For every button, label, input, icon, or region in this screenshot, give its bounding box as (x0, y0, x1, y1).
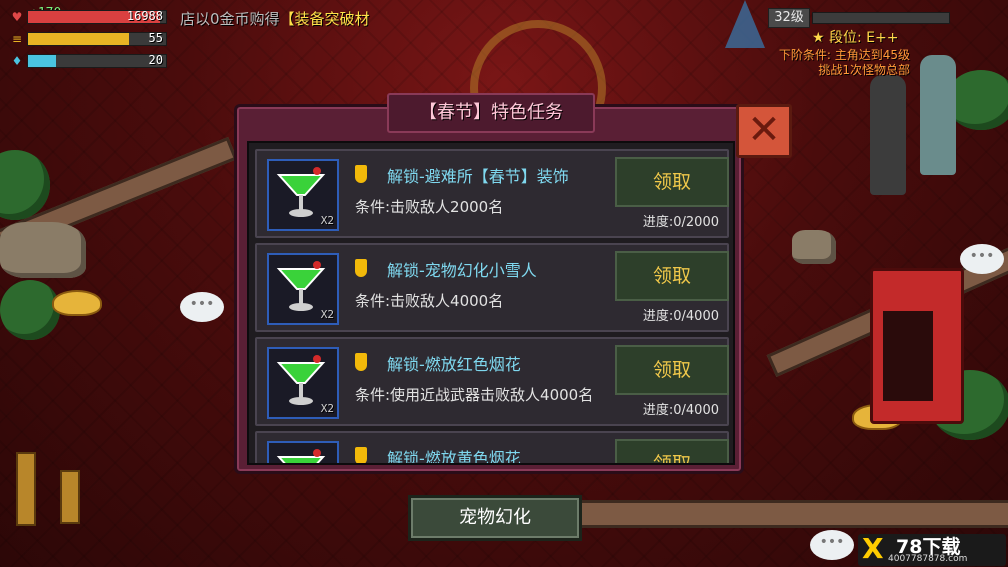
hp-bar: ♥ 16988 (10, 9, 167, 24)
watermark-logo: X (862, 532, 884, 565)
reward-quantity: X2 (320, 402, 334, 415)
heart-icon: ♥ (11, 9, 23, 24)
claim-button[interactable]: 领取 (615, 251, 729, 301)
firecracker (16, 452, 36, 526)
task-title: 解锁-燃放红色烟花 (387, 355, 521, 374)
cocktail-icon (276, 167, 326, 217)
mana-fill (28, 54, 56, 67)
task-condition: 条件:击败敌人4000名 (355, 292, 504, 310)
rock (792, 230, 836, 264)
rank-condition-line-1: 下阶条件: 主角达到45级 (778, 48, 910, 62)
energy-bar: ≡ 55 (10, 31, 167, 46)
claim-button[interactable]: 领取 (615, 439, 729, 463)
mana-bar: ♦ 20 (10, 53, 167, 68)
star-icon: ★ (812, 30, 825, 46)
reward-item-slot[interactable]: X2 (267, 159, 339, 231)
dialog-title: 【春节】特色任务 (387, 93, 595, 133)
reward-item-slot[interactable]: X2 (267, 253, 339, 325)
announcement-ticker: 店以0金币购得【装备突破材 (180, 8, 370, 29)
shield-icon (355, 165, 367, 183)
shield-icon (355, 259, 367, 277)
task-title: 解锁-燃放黄色烟花 (387, 449, 521, 465)
reward-quantity: X2 (320, 214, 334, 227)
pet-transform-button[interactable]: 宠物幻化 (408, 495, 582, 541)
tree (0, 280, 60, 340)
task-condition: 条件:使用近战武器击败敌人4000名 (355, 386, 594, 404)
claim-button[interactable]: 领取 (615, 157, 729, 207)
cocktail-icon (276, 355, 326, 405)
task-card: X2 解锁-燃放红色烟花 条件:使用近战武器击败敌人4000名 领取 进度:0/… (255, 337, 729, 426)
watermark-url: 4007787878.com (888, 554, 968, 564)
coin-stack-icon: ≡ (11, 31, 23, 46)
vending-machine[interactable] (870, 268, 964, 424)
task-condition: 条件:击败敌人2000名 (355, 198, 504, 216)
energy-track: 55 (27, 30, 167, 46)
shield-icon (355, 353, 367, 371)
claim-button[interactable]: 领取 (615, 345, 729, 395)
reward-item-slot[interactable]: X2 (267, 441, 339, 463)
chat-bubble-icon[interactable]: ••• (810, 530, 854, 560)
task-card: X2 解锁-避难所【春节】装饰 条件:击败敌人2000名 领取 进度:0/200… (255, 149, 729, 238)
hp-value: 16988 (126, 8, 163, 23)
task-progress: 进度:0/2000 (642, 215, 719, 230)
energy-fill (28, 32, 129, 45)
level-progress-bar (812, 12, 950, 24)
chat-bubble-icon[interactable]: ••• (960, 244, 1004, 274)
rank-condition-line-2: 挑战1次怪物总部 (818, 63, 910, 77)
cocktail-icon (276, 449, 326, 463)
hp-track: 16988 (27, 8, 167, 24)
level-badge: 32级 (768, 8, 810, 28)
reward-quantity: X2 (320, 308, 334, 321)
firecracker (60, 470, 80, 524)
mana-track: 20 (27, 52, 167, 68)
task-progress: 进度:0/4000 (642, 403, 719, 418)
energy-value: 55 (148, 30, 163, 45)
water-drop-icon: ♦ (11, 53, 23, 68)
task-title: 解锁-避难所【春节】装饰 (387, 167, 569, 186)
task-card: X2 解锁-宠物幻化小雪人 条件:击败敌人4000名 领取 进度:0/4000 (255, 243, 729, 332)
rank-condition: 下阶条件: 主角达到45级 挑战1次怪物总部 (730, 48, 910, 78)
cocktail-icon (276, 261, 326, 311)
close-button[interactable]: ✕ (736, 104, 792, 158)
task-title: 解锁-宠物幻化小雪人 (387, 261, 537, 280)
rock (0, 222, 86, 278)
player-character (920, 55, 956, 175)
gold-ingot (52, 290, 102, 316)
mana-value: 20 (148, 52, 163, 67)
site-watermark: X 78下载 4007787878.com (858, 534, 1006, 566)
rank-label[interactable]: ★ 段位: E++ (812, 27, 899, 47)
ticker-text: 店以0金币购得 (180, 10, 280, 28)
ticker-highlight: 【装备突破材 (279, 10, 370, 28)
floor-path (560, 500, 1008, 528)
rank-text: 段位: E++ (829, 30, 899, 46)
task-list[interactable]: X2 解锁-避难所【春节】装饰 条件:击败敌人2000名 领取 进度:0/200… (247, 141, 735, 465)
festival-task-dialog: 【春节】特色任务 X2 解锁-避难所【春节】装饰 条件:击败敌人2000名 领取… (234, 93, 744, 474)
task-card: X2 解锁-燃放黄色烟花 领取 (255, 431, 729, 465)
npc-character[interactable] (870, 75, 906, 195)
shield-icon (355, 447, 367, 463)
reward-item-slot[interactable]: X2 (267, 347, 339, 419)
task-progress: 进度:0/4000 (642, 309, 719, 324)
chat-bubble-icon[interactable]: ••• (180, 292, 224, 322)
